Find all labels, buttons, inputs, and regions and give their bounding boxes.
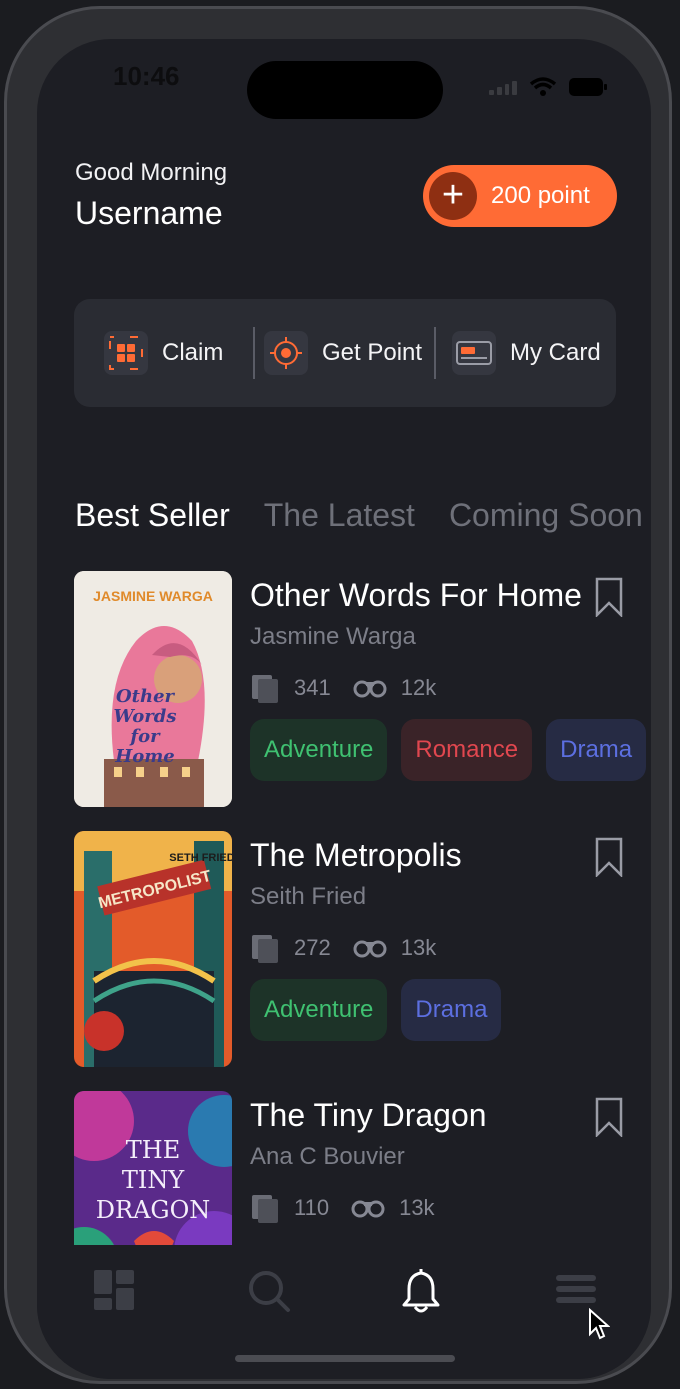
- book-title: The Tiny Dragon: [250, 1097, 487, 1133]
- tag-adventure[interactable]: Adventure: [250, 979, 388, 1041]
- page-count: 110: [294, 1195, 330, 1220]
- get-point-action[interactable]: Get Point: [264, 299, 422, 407]
- book-stats: 341 12k: [250, 673, 458, 703]
- battery-icon: [569, 78, 607, 96]
- phone-frame: 10:46 Good Morning Username + 200 point …: [4, 6, 672, 1384]
- view-count: 12k: [400, 675, 437, 700]
- book-title: The Metropolis: [250, 837, 462, 873]
- claim-label: Claim: [162, 339, 224, 366]
- username-text: Username: [75, 195, 223, 231]
- tag-drama[interactable]: Drama: [546, 719, 647, 781]
- pages-icon: [252, 675, 278, 703]
- app-screen: 10:46 Good Morning Username + 200 point …: [37, 39, 651, 1379]
- view-count: 13k: [400, 935, 437, 960]
- plus-icon: +: [429, 172, 477, 220]
- page-count: 272: [294, 935, 331, 960]
- tab-coming-soon[interactable]: Coming Soon: [449, 497, 643, 534]
- quick-actions-card: Claim Get Point My Card: [74, 299, 616, 407]
- status-time: 10:46: [113, 61, 180, 91]
- points-button[interactable]: + 200 point: [423, 165, 617, 227]
- crosshair-icon: [264, 331, 308, 375]
- points-label: 200 point: [491, 182, 590, 209]
- cover-title: Other Words for Home: [113, 687, 177, 767]
- signal-icon: [489, 79, 517, 95]
- bookmark-icon[interactable]: [594, 577, 624, 617]
- wifi-icon: [529, 77, 557, 96]
- book-item[interactable]: JASMINE WARGA Other Words for Home Other…: [74, 571, 647, 811]
- divider: [253, 327, 255, 379]
- book-item[interactable]: METROPOLIST SETH FRIED The Metropolis Se…: [74, 831, 634, 1071]
- page-count: 341: [294, 675, 331, 700]
- cover-author: JASMINE WARGA: [93, 588, 213, 604]
- pages-icon: [252, 935, 278, 963]
- mouse-cursor-icon: [589, 1308, 610, 1340]
- tab-best-seller[interactable]: Best Seller: [75, 497, 230, 534]
- book-title: Other Words For Home: [250, 577, 582, 613]
- tag-drama[interactable]: Drama: [401, 979, 502, 1041]
- dynamic-island: [247, 61, 443, 119]
- book-stats: 272 13k: [250, 933, 458, 963]
- cover-title: THE TINY DRAGON: [95, 1136, 211, 1224]
- book-author: Ana C Bouvier: [250, 1143, 405, 1170]
- tag-adventure[interactable]: Adventure: [250, 719, 388, 781]
- bookmark-icon[interactable]: [594, 1097, 624, 1137]
- book-cover[interactable]: METROPOLIST SETH FRIED: [74, 831, 232, 1067]
- views-icon: [353, 680, 387, 698]
- divider: [434, 327, 436, 379]
- card-icon: [452, 331, 496, 375]
- tag-romance[interactable]: Romance: [401, 719, 533, 781]
- my-card-label: My Card: [510, 339, 601, 366]
- claim-action[interactable]: Claim: [104, 299, 223, 407]
- book-author: Jasmine Warga: [250, 623, 416, 650]
- dashboard-icon[interactable]: [93, 1269, 135, 1311]
- category-tabs: Best Seller The Latest Coming Soon: [75, 497, 651, 534]
- bell-icon[interactable]: [401, 1269, 441, 1313]
- views-icon: [353, 940, 387, 958]
- cover-author: SETH FRIED: [169, 852, 232, 864]
- genre-tags: Adventure Romance Drama: [250, 719, 647, 781]
- status-icons: [489, 77, 607, 97]
- view-count: 13k: [399, 1195, 435, 1220]
- my-card-action[interactable]: My Card: [452, 299, 601, 407]
- pages-icon: [252, 1195, 278, 1223]
- get-point-label: Get Point: [322, 339, 423, 366]
- views-icon: [351, 1200, 385, 1218]
- book-author: Seith Fried: [250, 883, 367, 910]
- search-icon[interactable]: [247, 1269, 291, 1313]
- menu-icon[interactable]: [555, 1269, 597, 1309]
- bookmark-icon[interactable]: [594, 837, 624, 877]
- book-stats: 110 13k: [250, 1193, 457, 1223]
- tab-the-latest[interactable]: The Latest: [264, 497, 415, 534]
- genre-tags: Adventure Drama: [250, 979, 502, 1041]
- book-cover[interactable]: JASMINE WARGA Other Words for Home: [74, 571, 232, 807]
- claim-grid-icon: [104, 331, 148, 375]
- greeting-text: Good Morning: [75, 159, 228, 186]
- home-indicator: [235, 1355, 455, 1362]
